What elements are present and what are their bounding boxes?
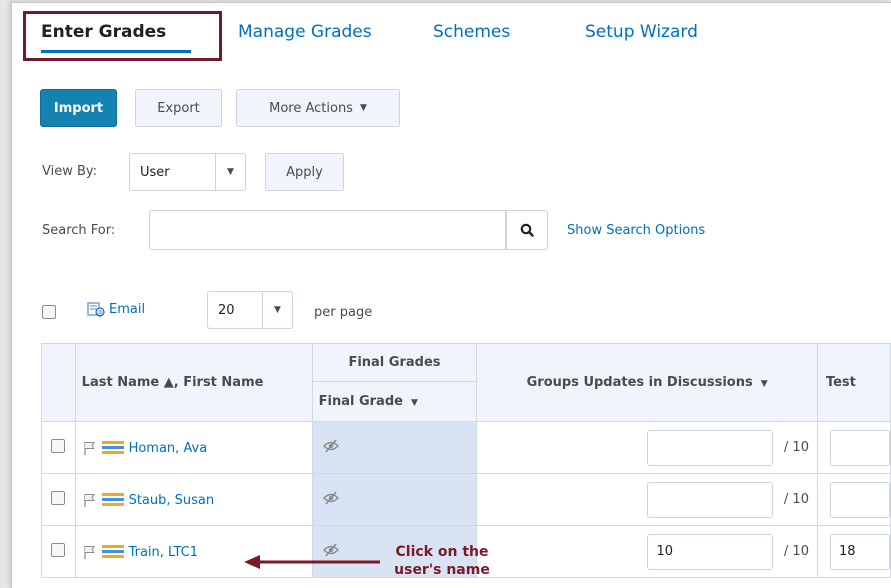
test-cell bbox=[816, 421, 891, 474]
table-row: Homan, Ava / 10 bbox=[41, 421, 891, 474]
row-checkbox[interactable] bbox=[51, 438, 66, 453]
row-checkbox[interactable] bbox=[51, 542, 66, 557]
name-cell: Train, LTC1 bbox=[74, 525, 313, 578]
column-header-final-grade[interactable]: Final Grade ▼ bbox=[311, 381, 478, 422]
per-page-value: 20 bbox=[218, 302, 235, 318]
grade-input[interactable] bbox=[647, 429, 774, 466]
grade-input[interactable] bbox=[647, 481, 774, 518]
grade-max: / 10 bbox=[783, 544, 809, 559]
more-actions-label: More Actions bbox=[269, 100, 353, 116]
user-progress-icon[interactable] bbox=[102, 440, 125, 456]
column-header-final-grade-label: Final Grade bbox=[318, 394, 403, 409]
annotation-arrow-icon bbox=[244, 555, 380, 569]
annotation-callout: Click on the user's name bbox=[377, 543, 507, 579]
search-for-label: Search For: bbox=[42, 223, 116, 238]
apply-button[interactable]: Apply bbox=[265, 153, 344, 191]
user-name-link[interactable]: Train, LTC1 bbox=[129, 545, 198, 560]
search-input[interactable] bbox=[149, 210, 506, 250]
column-header-groups-updates[interactable]: Groups Updates in Discussions ▼ bbox=[476, 343, 818, 422]
gradebook-window: Enter Grades Manage Grades Schemes Setup… bbox=[11, 2, 891, 588]
test-grade-input[interactable] bbox=[829, 533, 890, 570]
chevron-down-icon: ▼ bbox=[410, 398, 418, 408]
test-cell bbox=[816, 525, 891, 578]
final-grade-cell bbox=[311, 473, 478, 526]
per-page-label: per page bbox=[314, 305, 373, 320]
test-cell bbox=[816, 473, 891, 526]
search-button[interactable] bbox=[506, 210, 548, 250]
flag-icon[interactable] bbox=[82, 492, 98, 508]
more-actions-button[interactable]: More Actions ▼ bbox=[236, 89, 400, 127]
chevron-down-icon: ▼ bbox=[215, 154, 245, 190]
select-column-header bbox=[41, 343, 76, 422]
row-select-cell bbox=[41, 473, 76, 526]
name-cell: Staub, Susan bbox=[74, 473, 313, 526]
user-progress-icon[interactable] bbox=[102, 492, 125, 508]
grade-max: / 10 bbox=[783, 440, 809, 455]
hidden-eye-icon bbox=[322, 438, 339, 453]
user-progress-icon[interactable] bbox=[102, 544, 125, 560]
final-grade-cell bbox=[311, 421, 478, 474]
row-checkbox[interactable] bbox=[51, 490, 66, 505]
annotation-line-2: user's name bbox=[394, 562, 490, 578]
column-header-test[interactable]: Test bbox=[816, 343, 891, 422]
show-search-options-link[interactable]: Show Search Options bbox=[567, 223, 705, 238]
user-name-link[interactable]: Homan, Ava bbox=[129, 441, 208, 456]
email-icon: @ bbox=[87, 302, 105, 317]
column-group-final-grades: Final Grades bbox=[311, 343, 478, 382]
view-by-value: User bbox=[140, 164, 170, 180]
view-by-label: View By: bbox=[42, 164, 98, 179]
import-button[interactable]: Import bbox=[40, 89, 117, 127]
chevron-down-icon: ▼ bbox=[760, 379, 768, 389]
annotation-line-1: Click on the bbox=[395, 544, 489, 560]
tab-manage-grades[interactable]: Manage Grades bbox=[238, 22, 372, 42]
search-icon bbox=[520, 223, 534, 237]
grade-max: / 10 bbox=[783, 492, 809, 507]
view-by-select[interactable]: User ▼ bbox=[129, 153, 246, 191]
name-cell: Homan, Ava bbox=[74, 421, 313, 474]
column-header-name[interactable]: Last Name ▲, First Name bbox=[74, 343, 313, 422]
test-grade-input[interactable] bbox=[829, 429, 890, 466]
flag-icon[interactable] bbox=[82, 440, 98, 456]
test-grade-input[interactable] bbox=[829, 481, 890, 518]
groups-updates-cell: / 10 bbox=[476, 421, 818, 474]
groups-updates-cell: / 10 bbox=[476, 525, 818, 578]
chevron-down-icon: ▼ bbox=[359, 103, 367, 113]
groups-updates-cell: / 10 bbox=[476, 473, 818, 526]
per-page-select[interactable]: 20 ▼ bbox=[207, 291, 293, 329]
grade-input[interactable] bbox=[647, 533, 774, 570]
svg-text:@: @ bbox=[97, 310, 103, 317]
user-name-link[interactable]: Staub, Susan bbox=[129, 493, 215, 508]
export-button[interactable]: Export bbox=[135, 89, 222, 127]
email-link[interactable]: Email bbox=[109, 302, 145, 317]
flag-icon[interactable] bbox=[82, 544, 98, 560]
row-select-cell bbox=[41, 525, 76, 578]
tab-setup-wizard[interactable]: Setup Wizard bbox=[585, 22, 698, 42]
hidden-eye-icon bbox=[322, 490, 339, 505]
select-all-checkbox[interactable] bbox=[42, 305, 56, 319]
column-header-groups-updates-label: Groups Updates in Discussions bbox=[526, 375, 753, 390]
row-select-cell bbox=[41, 421, 76, 474]
table-row: Staub, Susan / 10 bbox=[41, 473, 891, 526]
tab-highlight-box bbox=[23, 11, 222, 61]
chevron-down-icon: ▼ bbox=[262, 292, 292, 328]
tab-schemes[interactable]: Schemes bbox=[433, 22, 510, 42]
